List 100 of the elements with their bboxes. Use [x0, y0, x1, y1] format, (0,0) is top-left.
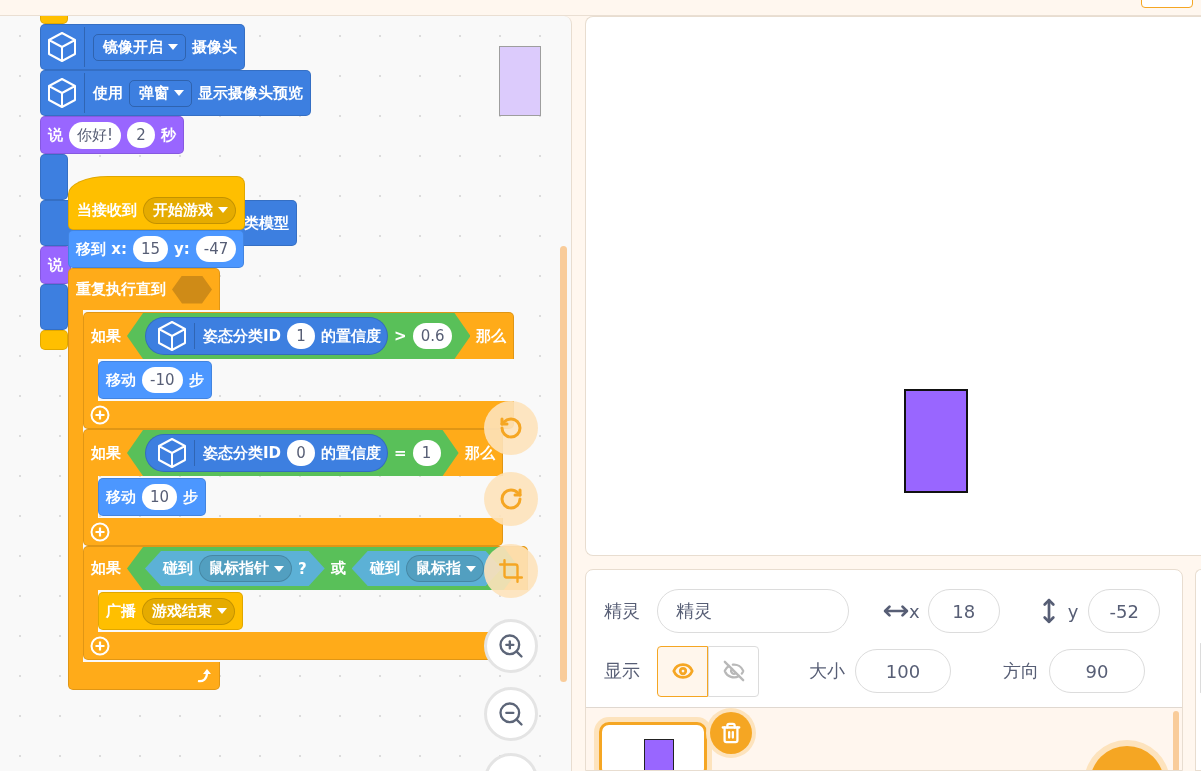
block-label: 摄像头 — [192, 37, 237, 57]
block-label: > — [394, 327, 407, 345]
size-field[interactable]: 100 — [855, 649, 951, 693]
caret-icon — [274, 565, 284, 572]
block-label: 移动 — [106, 487, 136, 507]
block-label: 那么 — [476, 326, 507, 346]
value-input[interactable]: 0 — [287, 440, 316, 466]
block-dropdown[interactable]: 弹窗 — [129, 79, 192, 107]
zoom-in-button[interactable] — [484, 619, 538, 673]
value-input[interactable]: 1 — [412, 440, 441, 466]
block-label: 姿态分类ID — [203, 326, 282, 346]
reporter-block[interactable]: 姿态分类ID 1 的置信度 — [145, 317, 389, 355]
block-label: ? — [298, 559, 307, 578]
direction-field[interactable]: 90 — [1049, 649, 1145, 693]
block-label: 如果 — [91, 326, 121, 346]
value-input[interactable]: 15 — [132, 236, 168, 262]
code-block[interactable]: 移到 x: 15 y: -47 — [68, 230, 245, 268]
y-field[interactable]: -52 — [1088, 589, 1161, 633]
sprite-thumbnail — [644, 739, 674, 770]
redo-button[interactable] — [484, 472, 538, 526]
block-label: = — [394, 444, 407, 462]
code-block[interactable] — [40, 154, 68, 200]
trash-icon — [720, 722, 742, 744]
show-label: 显示 — [604, 659, 640, 683]
block-label: 说 — [48, 125, 63, 145]
c-block-header[interactable]: 如果 姿态分类ID 0 的置信度 = 1 那么 — [83, 429, 503, 476]
reporter-block[interactable]: 姿态分类ID 0 的置信度 — [145, 434, 389, 472]
block-label: 使用 — [93, 83, 123, 103]
code-block[interactable] — [40, 284, 68, 330]
caret-icon — [217, 608, 227, 614]
cube-icon — [48, 78, 76, 108]
scrollbar[interactable] — [560, 246, 567, 682]
x-field[interactable]: 18 — [927, 589, 1000, 633]
cube-icon — [48, 32, 76, 62]
hide-button[interactable] — [708, 645, 759, 697]
delete-badge[interactable] — [710, 712, 752, 754]
code-block[interactable]: 说 你好! 2 秒 — [40, 116, 184, 154]
value-input[interactable]: 1 — [287, 323, 316, 349]
block-label: 步 — [183, 487, 199, 507]
block-label: 当接收到 — [77, 200, 137, 220]
code-block[interactable]: 移动 -10 步 — [98, 361, 212, 399]
x-label: x — [909, 600, 920, 622]
crop-button[interactable] — [484, 544, 538, 598]
block-label: 如果 — [91, 559, 121, 578]
block-label: 或 — [330, 559, 346, 578]
block-label: 姿态分类ID — [203, 443, 282, 463]
size-label: 大小 — [809, 659, 845, 683]
block-label: 碰到 — [163, 559, 193, 578]
add-icon[interactable] — [90, 635, 110, 656]
block-label: 移到 x: — [76, 239, 127, 259]
block-label: 碰到 — [369, 559, 400, 578]
code-block[interactable]: 移动 10 步 — [98, 478, 207, 516]
zoom-out-icon — [497, 700, 525, 728]
caret-icon — [465, 565, 476, 572]
block-label: 移动 — [106, 370, 136, 390]
value-input[interactable]: 10 — [142, 484, 178, 510]
value-input[interactable]: -47 — [195, 236, 237, 262]
zoom-in-icon — [497, 632, 525, 660]
block-label: 那么 — [464, 443, 495, 463]
block-label: 如果 — [91, 443, 121, 463]
undo-icon — [499, 416, 523, 440]
rectangle-shape — [499, 46, 541, 116]
direction-label: 方向 — [1003, 659, 1039, 683]
value-input[interactable]: 2 — [127, 122, 155, 148]
code-block[interactable]: 使用 弹窗 显示摄像头预览 — [40, 70, 311, 116]
show-button[interactable] — [657, 645, 708, 697]
cube-icon — [158, 438, 186, 468]
code-block[interactable]: 镜像开启 摄像头 — [40, 24, 245, 70]
y-label: y — [1067, 600, 1079, 622]
eye-icon — [671, 660, 694, 682]
caret-icon — [218, 207, 228, 213]
block-label: 显示摄像头预览 — [198, 83, 303, 103]
caret-icon — [168, 44, 178, 50]
sprite-rectangle[interactable] — [903, 389, 968, 493]
add-icon[interactable] — [90, 404, 110, 425]
value-input[interactable]: 你好! — [69, 121, 121, 149]
sprite-label: 精灵 — [604, 599, 640, 623]
block-label: y: — [174, 240, 190, 258]
zoom-out-button[interactable] — [484, 687, 538, 741]
sprite-name-field[interactable]: 精灵 — [657, 589, 849, 633]
code-block[interactable] — [40, 330, 68, 350]
condition-block[interactable]: 姿态分类ID 0 的置信度 = 1 — [127, 430, 459, 476]
redo-icon — [499, 487, 523, 511]
block-label: 广播 — [106, 601, 136, 621]
block-label: 的置信度 — [321, 326, 382, 346]
block-label: 重复执行直到 — [76, 280, 166, 299]
crop-icon — [498, 558, 524, 584]
block-label: 说 — [48, 255, 63, 275]
cube-icon — [158, 321, 186, 351]
block-label: 的置信度 — [321, 443, 382, 463]
block-label: 步 — [188, 370, 204, 390]
value-input[interactable]: -10 — [142, 367, 183, 393]
scrollbar[interactable] — [1173, 711, 1179, 770]
block-label: 秒 — [161, 125, 176, 145]
add-icon[interactable] — [90, 521, 110, 542]
condition-block[interactable]: 姿态分类ID 1 的置信度 > 0.6 — [127, 313, 471, 359]
value-input[interactable]: 0.6 — [412, 323, 453, 349]
eye-off-icon — [722, 660, 745, 682]
block-dropdown[interactable]: 镜像开启 — [93, 33, 186, 61]
c-block-header[interactable]: 如果 姿态分类ID 1 的置信度 > 0.6 那么 — [83, 312, 515, 359]
